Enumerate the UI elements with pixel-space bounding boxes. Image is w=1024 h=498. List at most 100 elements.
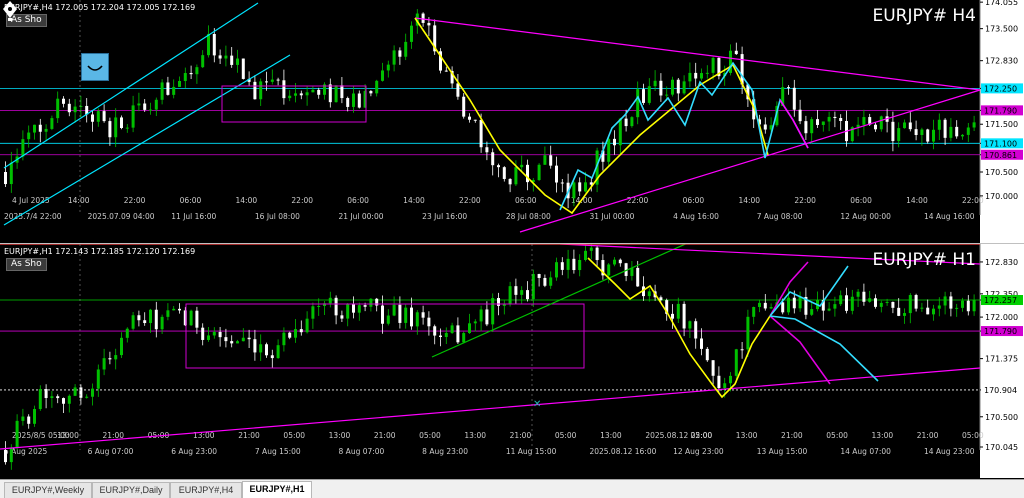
candle-body <box>85 396 89 398</box>
candle-body <box>218 331 222 338</box>
candle-body <box>473 119 477 121</box>
candle-body <box>526 290 529 300</box>
tab-h1[interactable]: EURJPY#,H1 <box>242 481 312 498</box>
intraday-time-label: 21:00 <box>917 431 939 440</box>
candle-body <box>9 162 13 185</box>
candle-body <box>607 138 611 162</box>
price-box-label: 171.100 <box>984 139 1017 148</box>
candle-body <box>798 296 802 309</box>
candle-body <box>67 395 71 404</box>
intraday-time-label: 22:00 <box>794 196 816 205</box>
intraday-time-label: 06:00 <box>347 196 369 205</box>
candle-body <box>456 325 460 343</box>
candle-body <box>792 297 796 309</box>
candle-body <box>914 295 918 309</box>
intraday-time-label: 22:00 <box>627 196 649 205</box>
candle-body <box>96 369 100 389</box>
candle-body <box>688 321 692 329</box>
candle-body <box>160 316 164 330</box>
candle-body <box>178 308 181 311</box>
candle-body <box>131 315 135 329</box>
smile-icon[interactable] <box>81 53 109 81</box>
candle-body <box>572 182 576 199</box>
candle-body <box>560 262 564 270</box>
candle-body <box>392 304 396 316</box>
candle-body <box>102 111 106 122</box>
candle-body <box>21 139 25 157</box>
intraday-time-label: 13:00 <box>329 431 351 440</box>
candle-body <box>920 129 924 136</box>
candle-body <box>833 304 837 309</box>
chart-pane-h4[interactable]: 174.055 173.500 172.830 172.250 171.790 171.5… <box>0 0 1024 243</box>
candle-body <box>810 309 814 315</box>
candle-body <box>73 387 77 396</box>
yellow-wave-line <box>587 257 771 399</box>
h1-as-show-button[interactable]: As Sho <box>6 258 47 271</box>
candle-body <box>926 129 930 142</box>
cyan-down-projection-line <box>769 315 879 382</box>
candle-body <box>131 105 135 128</box>
candle-body <box>288 95 292 99</box>
candle-body <box>381 305 384 324</box>
intraday-time-label: 22:00 <box>962 196 984 205</box>
candle-body <box>961 300 964 308</box>
candle-body <box>717 375 721 389</box>
h4-chart-title: EURJPY# H4 <box>872 6 976 26</box>
candle-body <box>108 121 112 138</box>
candle-body <box>386 64 390 71</box>
price-tick-label: 171.500 <box>985 120 1018 129</box>
candle-body <box>584 250 587 260</box>
candle-body <box>740 349 744 351</box>
candle-body <box>688 72 692 82</box>
candle-body <box>763 124 767 130</box>
candle-body <box>311 89 315 93</box>
candle-body <box>375 298 379 306</box>
chart-pane-h1[interactable]: 172.830172.350172.257172.000171.790171.3… <box>0 244 1024 478</box>
candle-body <box>868 298 872 302</box>
time-tick-label: 7 Aug 08:00 <box>757 212 803 221</box>
candle-body <box>212 34 216 56</box>
candle-body <box>247 337 251 340</box>
candle-body <box>676 79 680 94</box>
candle-body <box>874 124 877 130</box>
candle-body <box>67 103 71 113</box>
candle-body <box>671 79 674 95</box>
candle-body <box>241 58 245 79</box>
candle-body <box>38 389 42 410</box>
candle-body <box>694 321 698 339</box>
candle-body <box>891 301 895 308</box>
tab-weekly[interactable]: EURJPY#,Weekly <box>4 482 92 498</box>
candle-body <box>584 182 587 192</box>
candle-body <box>966 127 970 135</box>
candle-body <box>618 118 622 146</box>
candle-body <box>949 126 953 138</box>
h1-chart-canvas[interactable]: 172.830172.350172.257172.000171.790171.3… <box>0 244 1024 478</box>
candle-body <box>479 309 483 322</box>
candle-body <box>357 305 361 313</box>
price-tick-label: 172.830 <box>985 57 1018 66</box>
tab-daily[interactable]: EURJPY#,Daily <box>92 482 170 498</box>
candle-body <box>212 331 216 336</box>
tab-h4[interactable]: EURJPY#,H4 <box>170 482 242 498</box>
intraday-time-label: 22:00 <box>124 196 146 205</box>
candle-body <box>874 298 877 307</box>
time-tick-label: 14 Aug 23:00 <box>924 447 975 456</box>
candle-body <box>305 318 309 333</box>
candle-body <box>352 303 355 313</box>
pen-icon[interactable] <box>0 0 20 22</box>
candle-body <box>4 450 7 463</box>
candle-body <box>44 389 48 399</box>
candle-body <box>758 302 761 308</box>
candle-body <box>62 98 65 104</box>
candle-body <box>908 122 912 130</box>
candle-body <box>549 277 553 286</box>
candle-body <box>149 109 152 111</box>
intraday-time-label: 21:00 <box>781 431 803 440</box>
candle-body <box>172 308 176 311</box>
candle-body <box>607 264 611 276</box>
candle-body <box>398 304 402 323</box>
candle-body <box>259 81 263 100</box>
intraday-time-label: 14:00 <box>738 196 760 205</box>
h4-chart-canvas[interactable]: 174.055 173.500 172.830 172.250 171.790 171.5… <box>0 0 1024 243</box>
candle-body <box>410 307 413 327</box>
